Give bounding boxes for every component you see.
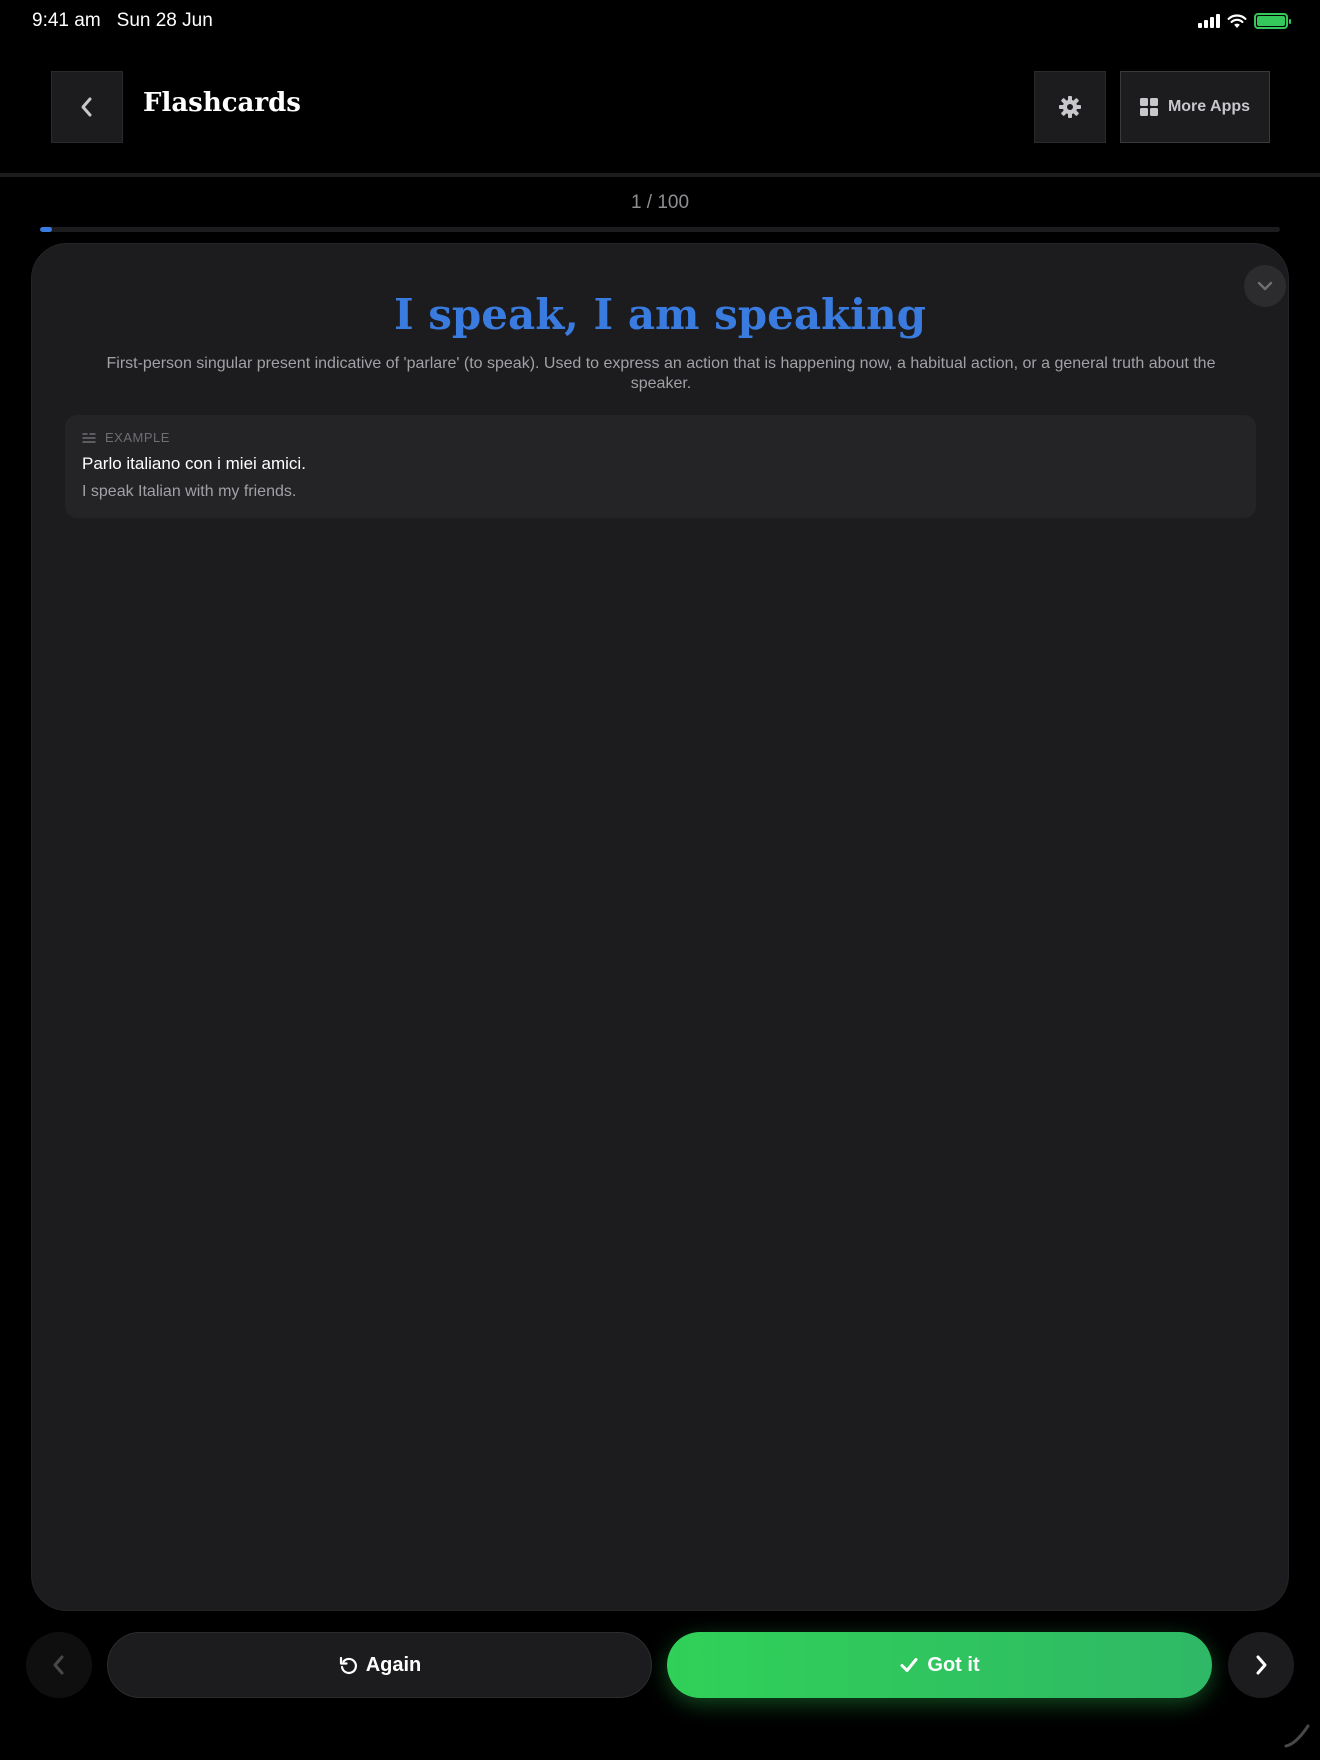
grid-icon bbox=[1139, 98, 1158, 116]
chevron-left-icon bbox=[53, 1655, 64, 1675]
example-label: EXAMPLE bbox=[105, 430, 170, 445]
chevron-right-icon bbox=[1256, 1655, 1267, 1675]
resize-grabber-icon bbox=[1284, 1724, 1310, 1748]
more-apps-button[interactable]: More Apps bbox=[1120, 71, 1270, 143]
card-description: First-person singular present indicative… bbox=[106, 355, 1216, 392]
back-button[interactable] bbox=[51, 71, 123, 143]
got-it-label: Got it bbox=[927, 1653, 980, 1676]
app-screen: 9:41 am Sun 28 Jun Flashcards More Apps … bbox=[0, 0, 1320, 1760]
status-bar: 9:41 am Sun 28 Jun bbox=[0, 0, 1320, 42]
cellular-signal-icon bbox=[1198, 14, 1220, 28]
example-translation: I speak Italian with my friends. bbox=[82, 483, 297, 500]
card-term: I speak, I am speaking bbox=[393, 290, 926, 339]
status-time: 9:41 am bbox=[32, 10, 101, 31]
progress-bar bbox=[40, 227, 1280, 232]
progress-fill bbox=[40, 227, 53, 232]
text-lines-icon bbox=[82, 432, 96, 443]
card-counter: 1 / 100 bbox=[630, 192, 690, 213]
next-card-button[interactable] bbox=[1228, 1632, 1294, 1698]
more-apps-label: More Apps bbox=[1167, 98, 1251, 115]
got-it-button[interactable]: Got it bbox=[667, 1632, 1212, 1698]
again-label: Again bbox=[365, 1653, 422, 1676]
gear-icon bbox=[1059, 96, 1081, 118]
page-title: Flashcards bbox=[143, 88, 301, 118]
checkmark-icon bbox=[900, 1658, 918, 1672]
header-divider bbox=[0, 173, 1320, 177]
example-sentence: Parlo italiano con i miei amici. bbox=[82, 454, 306, 473]
flashcard[interactable]: I speak, I am speaking First-person sing… bbox=[31, 243, 1289, 1611]
previous-card-button[interactable] bbox=[26, 1632, 92, 1698]
settings-button[interactable] bbox=[1034, 71, 1106, 143]
wifi-icon bbox=[1227, 13, 1247, 28]
rotate-ccw-icon bbox=[339, 1656, 357, 1674]
top-header: Flashcards More Apps bbox=[0, 71, 1320, 143]
again-button[interactable]: Again bbox=[107, 1632, 652, 1698]
chevron-left-icon bbox=[81, 97, 92, 117]
battery-charging-icon bbox=[1254, 13, 1291, 29]
example-box: EXAMPLE Parlo italiano con i miei amici.… bbox=[65, 415, 1256, 518]
status-date: Sun 28 Jun bbox=[116, 10, 213, 31]
